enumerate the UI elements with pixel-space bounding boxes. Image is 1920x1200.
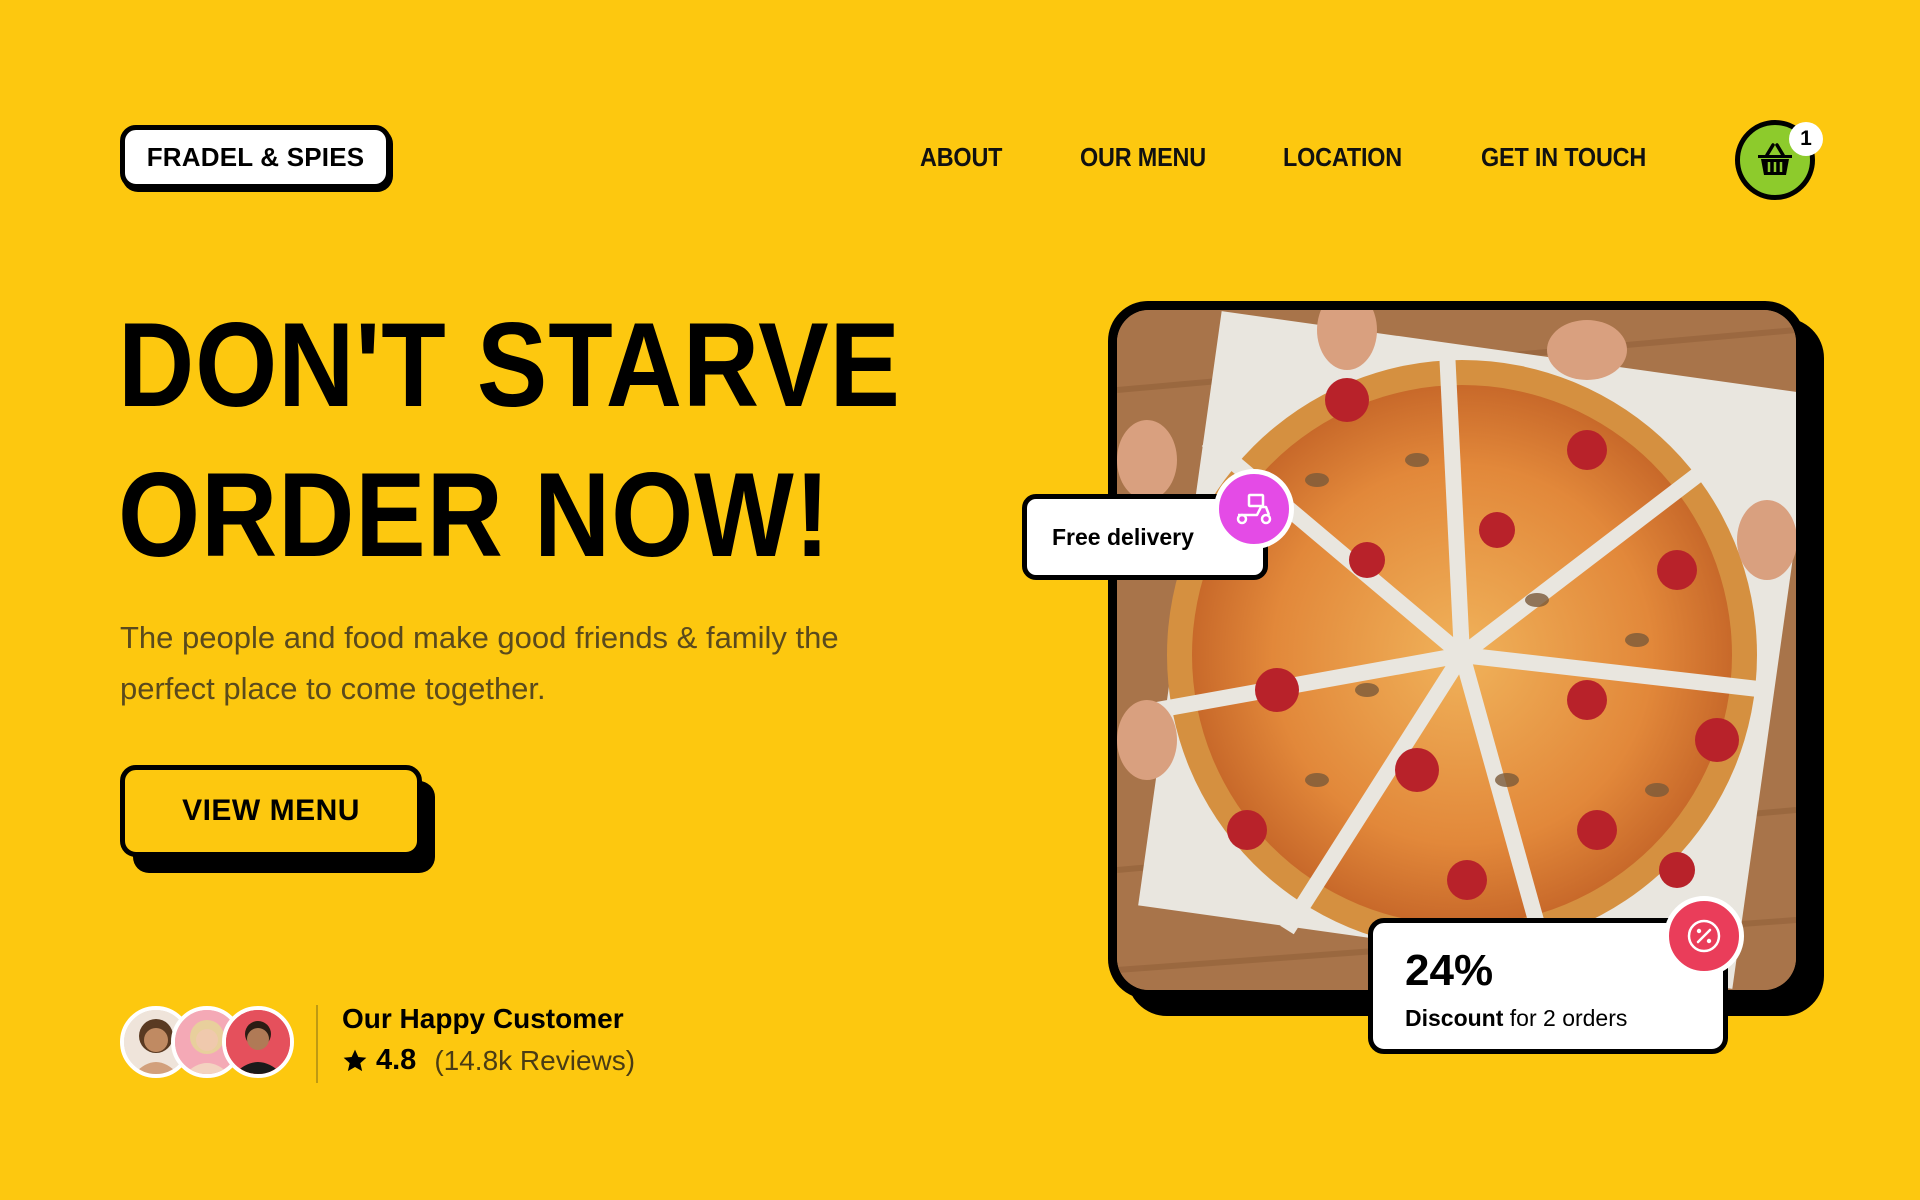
percent-icon [1687,919,1721,953]
rating-value: 4.8 [376,1044,417,1076]
hero-title: DON'T STARVE ORDER NOW! [118,290,910,590]
nav-our-menu[interactable]: OUR MENU [1080,142,1206,173]
logo[interactable]: FRADEL & SPIES [120,125,391,189]
free-delivery-label: Free delivery [1052,523,1194,550]
avatar [222,1006,294,1078]
discount-bold-label: Discount [1405,1005,1504,1031]
pizza-image [1117,310,1796,990]
nav-get-in-touch[interactable]: GET IN TOUCH [1481,142,1646,173]
nav-location[interactable]: LOCATION [1283,142,1402,173]
scooter-icon [1236,493,1272,525]
reviews-count: (14.8k Reviews) [434,1044,636,1076]
discount-text: Discount for 2 orders [1405,1005,1723,1032]
customer-avatar-3 [226,1010,290,1074]
pizza-image-card [1108,301,1805,999]
discount-icon-badge [1664,896,1744,976]
star-icon [343,1049,367,1071]
divider [316,1005,318,1083]
customers-title: Our Happy Customer [342,1003,624,1034]
basket-icon [1758,143,1792,175]
discount-rest-label: for 2 orders [1503,1005,1628,1031]
hero-title-line1: DON'T STARVE [118,298,901,432]
hero-description: The people and food make good friends & … [120,620,839,706]
view-menu-button[interactable]: VIEW MENU [120,765,422,857]
hero-title-line2: ORDER NOW! [118,448,831,582]
rating-row: 4.8 (14.8k Reviews) [342,1044,635,1077]
delivery-icon-badge [1214,469,1294,549]
nav-about[interactable]: ABOUT [920,142,1002,173]
cart-count-badge: 1 [1789,122,1823,156]
